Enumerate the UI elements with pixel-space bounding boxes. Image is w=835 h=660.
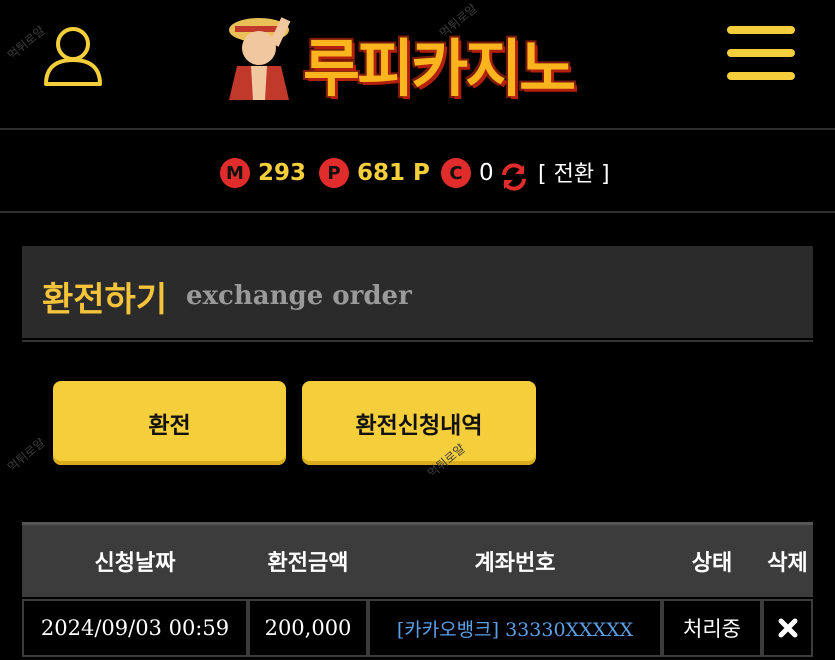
- refresh-icon[interactable]: [499, 162, 529, 192]
- convert-link[interactable]: [ 전환 ]: [538, 156, 610, 188]
- table-row: 2024/09/03 00:59 200,000 [카카오뱅크] 33330XX…: [22, 597, 813, 657]
- delete-x-icon[interactable]: [777, 617, 799, 639]
- coin-balance: C 0: [441, 158, 494, 188]
- watermark: 먹튀로얄: [4, 435, 48, 475]
- column-header-date: 신청날짜: [94, 551, 176, 576]
- exchange-history-button[interactable]: 환전신청내역: [302, 381, 536, 465]
- money-balance: M 293: [220, 158, 306, 188]
- coin-value: 0: [479, 160, 494, 186]
- balance-divider: [0, 211, 835, 213]
- exchange-panel-header: 환전하기 exchange order: [22, 246, 813, 338]
- table-header: 신청날짜 환전금액 계좌번호 상태 삭제: [22, 522, 813, 597]
- cell-delete[interactable]: [762, 599, 813, 657]
- page-subtitle: exchange order: [186, 281, 412, 311]
- panel-divider: [22, 340, 813, 342]
- point-balance: P 681 P: [319, 158, 430, 188]
- point-value: 681 P: [357, 160, 430, 186]
- column-header-amount: 환전금액: [267, 551, 349, 576]
- column-header-delete: 삭제: [767, 551, 808, 576]
- cell-date: 2024/09/03 00:59: [22, 599, 248, 657]
- money-value: 293: [258, 160, 307, 186]
- point-badge: P: [319, 158, 349, 188]
- cell-account: [카카오뱅크] 33330XXXXX: [368, 599, 662, 657]
- header-divider: [0, 128, 835, 130]
- user-icon[interactable]: [40, 22, 106, 88]
- header: 루피카지노 먹튀로얄 먹튀로얄: [0, 0, 835, 128]
- column-header-status: 상태: [691, 551, 733, 576]
- balance-bar: M 293 P 681 P C 0: [0, 150, 835, 196]
- hamburger-menu-icon[interactable]: [727, 26, 795, 84]
- page-title: 환전하기: [42, 280, 168, 320]
- cell-status: 처리중: [662, 599, 762, 657]
- exchange-button[interactable]: 환전: [53, 381, 286, 465]
- coin-badge: C: [441, 158, 471, 188]
- column-header-account: 계좌번호: [474, 551, 556, 576]
- cell-amount: 200,000: [248, 599, 368, 657]
- casino-logo[interactable]: 루피카지노: [215, 8, 625, 105]
- exchange-history-table: 신청날짜 환전금액 계좌번호 상태 삭제 2024/09/03 00:59 20…: [22, 522, 813, 657]
- mascot-icon: [229, 17, 291, 100]
- money-badge: M: [220, 158, 250, 188]
